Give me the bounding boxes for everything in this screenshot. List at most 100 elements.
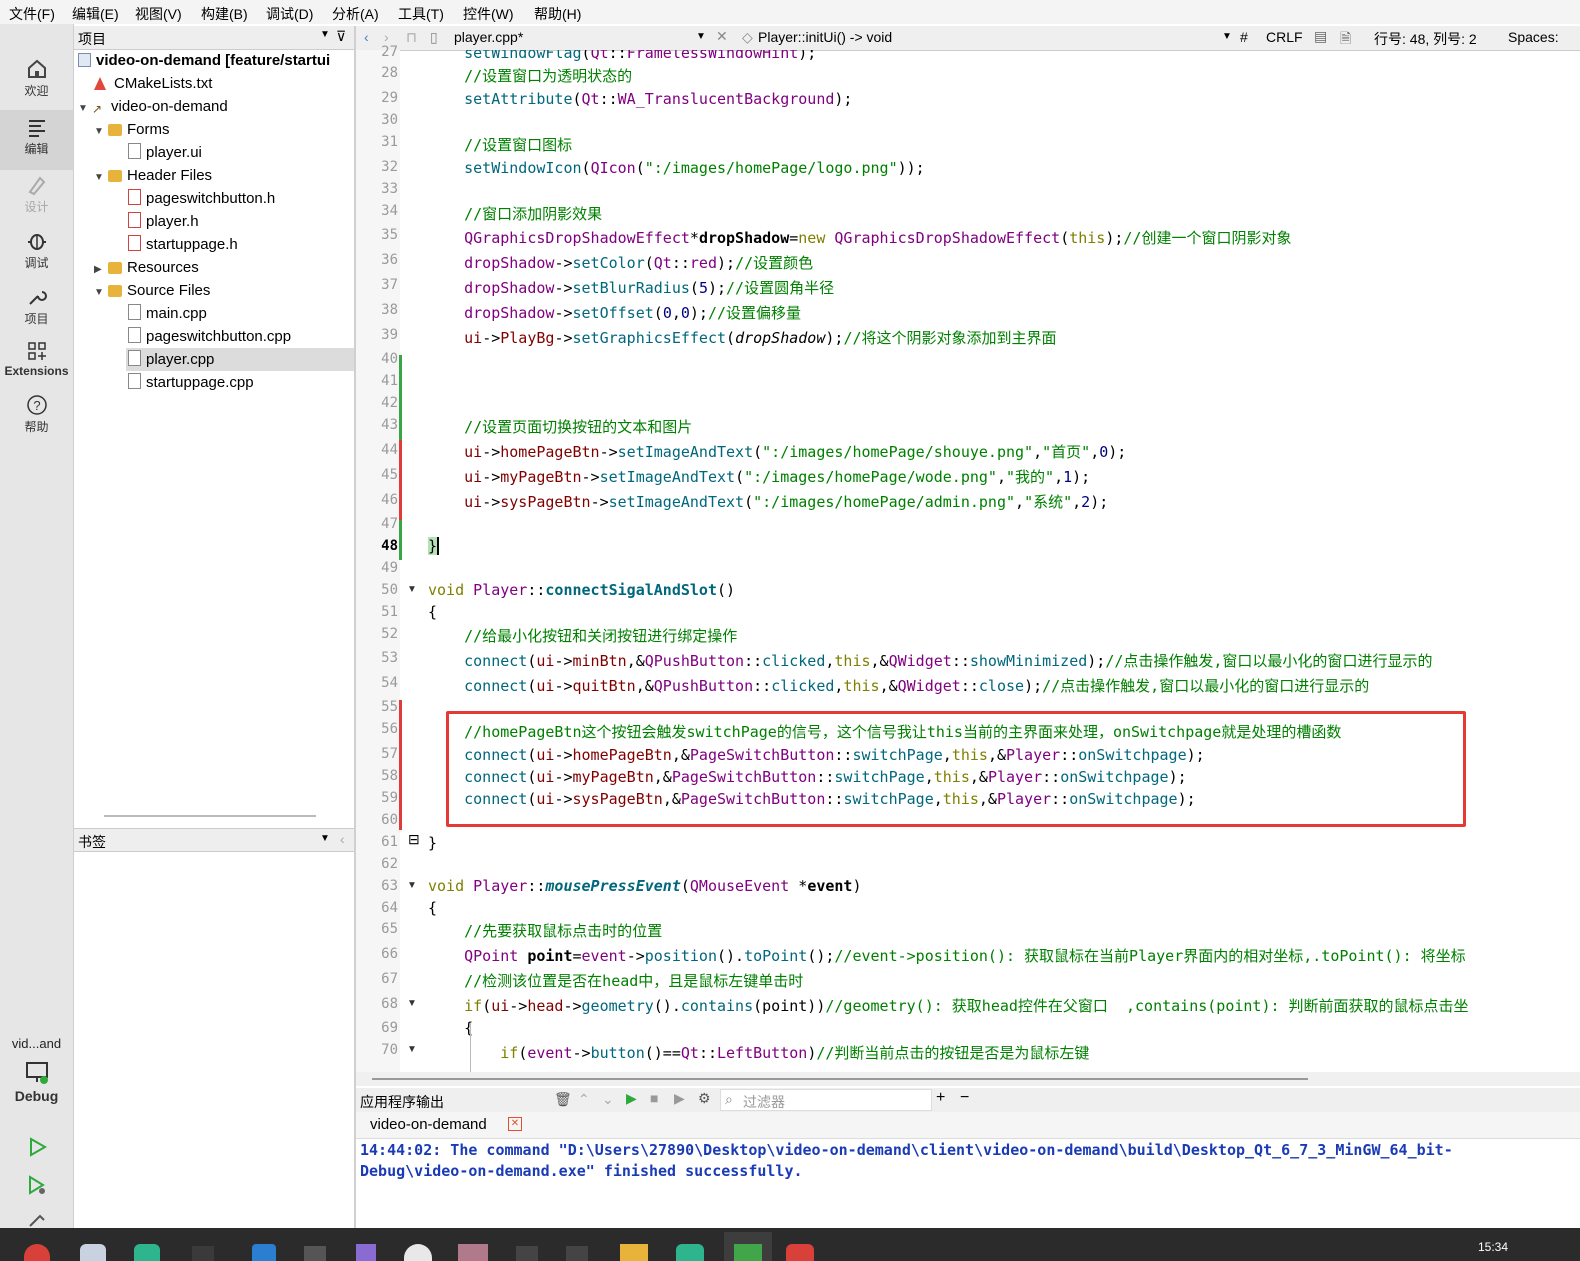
tree-item-header-files[interactable]: ▼ Header Files [94, 164, 212, 187]
menu-controls[interactable]: 控件(W) [463, 4, 514, 24]
fold-arrow-icon[interactable]: ▼ [407, 1044, 417, 1055]
chevron-down-icon[interactable]: ▼ [320, 833, 330, 844]
mode-extensions[interactable]: Extensions [0, 340, 73, 390]
tree-item-video-on-demand[interactable]: ▼ ↗ video-on-demand [78, 95, 228, 118]
menu-view[interactable]: 视图(V) [135, 4, 182, 24]
tree-item-project-root[interactable]: video-on-demand [feature/startui [78, 49, 330, 72]
menu-help[interactable]: 帮助(H) [534, 4, 581, 24]
menu-tools[interactable]: 工具(T) [398, 4, 444, 24]
back-icon[interactable]: ‹ [364, 29, 369, 45]
file-tab[interactable]: player.cpp* [454, 29, 523, 45]
build-button[interactable] [0, 1212, 73, 1228]
app-icon[interactable] [620, 1244, 648, 1261]
debug-run-button[interactable] [0, 1174, 73, 1204]
tree-item-startuppage-cpp[interactable]: startuppage.cpp [128, 371, 254, 394]
document-icon[interactable]: 🗎 [1340, 28, 1351, 52]
plus-icon[interactable]: + [936, 1089, 945, 1107]
fold-arrow-icon[interactable]: ▼ [407, 880, 417, 891]
menu-analyze[interactable]: 分析(A) [332, 4, 379, 24]
tree-item-player-ui[interactable]: player.ui [128, 141, 202, 164]
chevron-left-icon[interactable]: ‹ [340, 831, 345, 847]
line-ending[interactable]: CRLF [1266, 29, 1303, 45]
chevron-down-icon[interactable]: ▼ [696, 31, 706, 42]
tree-item-source-files[interactable]: ▼ Source Files [94, 279, 210, 302]
tree-item-pageswitchbutton-h[interactable]: pageswitchbutton.h [128, 187, 275, 210]
code-editor[interactable]: setWindowFlag(Qt::FramelessWindowHint); … [428, 50, 1580, 1072]
chevron-down-icon[interactable]: ▼ [1222, 31, 1232, 42]
chevron-down-icon[interactable]: ▼ [78, 97, 92, 120]
menu-build[interactable]: 构建(B) [201, 4, 248, 24]
tree-item-pageswitchbutton-cpp[interactable]: pageswitchbutton.cpp [128, 325, 291, 348]
function-selector[interactable]: Player::initUi() -> void [758, 29, 892, 45]
tree-item-resources[interactable]: ▶ Resources [94, 256, 199, 279]
run-button[interactable] [0, 1136, 73, 1166]
editor-scrollbar[interactable] [356, 1072, 1580, 1086]
forward-icon[interactable]: › [384, 29, 389, 45]
tree-scrollbar[interactable] [104, 815, 316, 817]
tree-item-player-h[interactable]: player.h [128, 210, 199, 233]
fold-arrow-icon[interactable]: ▼ [407, 998, 417, 1009]
menu-file[interactable]: 文件(F) [9, 4, 55, 24]
mode-help[interactable]: ? 帮助 [0, 394, 73, 442]
close-panel-icon[interactable]: ⊟ [408, 831, 420, 848]
app-icon[interactable] [676, 1244, 704, 1261]
chevron-down-icon[interactable]: ▼ [94, 281, 108, 304]
app-icon[interactable] [304, 1246, 326, 1261]
bookmarks-panel-title[interactable]: 书签 [78, 832, 106, 852]
project-panel-title[interactable]: 项目 [78, 29, 106, 49]
kit-selector[interactable]: Debug [0, 1060, 73, 1114]
filter-icon[interactable]: ⊽ [336, 28, 346, 45]
mode-edit[interactable]: 编辑 [0, 110, 73, 170]
tree-item-player-cpp[interactable]: player.cpp [126, 348, 354, 371]
clock[interactable]: 15:34 [1478, 1240, 1508, 1254]
play-icon[interactable]: ▶ [626, 1090, 637, 1107]
mode-debug[interactable]: 调试 [0, 230, 73, 278]
line-number: 28 [381, 65, 398, 81]
lock-icon[interactable]: ⊓ [406, 29, 417, 46]
encoding-icon[interactable]: ▤ [1314, 28, 1327, 45]
trash-icon[interactable]: 🗑 [554, 1091, 572, 1108]
app-icon[interactable] [458, 1244, 488, 1261]
tree-item-startuppage-h[interactable]: startuppage.h [128, 233, 238, 256]
active-app[interactable] [724, 1232, 772, 1261]
menu-edit[interactable]: 编辑(E) [72, 4, 119, 24]
app-icon[interactable] [356, 1244, 376, 1261]
tree-item-label: Resources [127, 259, 199, 276]
stop-icon[interactable]: ■ [650, 1090, 658, 1106]
chevron-down-icon[interactable]: ⌄ [602, 1091, 614, 1108]
mode-project[interactable]: 项目 [0, 286, 73, 334]
app-icon[interactable] [24, 1244, 50, 1261]
app-icon[interactable] [192, 1246, 214, 1261]
menu-debug[interactable]: 调试(D) [266, 4, 313, 24]
app-icon[interactable] [404, 1244, 432, 1261]
app-icon[interactable] [134, 1244, 160, 1261]
attach-icon[interactable]: ▶ [674, 1090, 685, 1107]
tree-item-forms[interactable]: ▼ Forms [94, 118, 170, 141]
indent-setting[interactable]: Spaces: [1508, 29, 1559, 45]
app-icon[interactable] [516, 1246, 538, 1261]
chevron-right-icon[interactable]: ▶ [94, 258, 108, 281]
cursor-position[interactable]: 行号: 48, 列号: 2 [1374, 29, 1477, 49]
app-icon[interactable] [252, 1244, 276, 1261]
app-icon[interactable] [566, 1246, 588, 1261]
fold-arrow-icon[interactable]: ▼ [407, 584, 417, 595]
tree-item-main-cpp[interactable]: main.cpp [128, 302, 207, 325]
close-icon[interactable]: ✕ [716, 28, 728, 45]
chevron-down-icon[interactable]: ▼ [94, 120, 108, 143]
project-tree: video-on-demand [feature/startui CMakeLi… [74, 49, 354, 819]
mode-welcome[interactable]: 欢迎 [0, 58, 73, 106]
chevron-up-icon[interactable]: ⌃ [578, 1091, 590, 1108]
app-icon[interactable] [80, 1244, 106, 1261]
output-tab[interactable]: video-on-demand [370, 1116, 487, 1133]
app-icon[interactable] [786, 1244, 814, 1261]
gear-icon[interactable]: ⚙ [698, 1090, 711, 1107]
close-icon[interactable]: ✕ [508, 1117, 522, 1131]
tree-item-cmakelists[interactable]: CMakeLists.txt [94, 72, 212, 95]
minus-icon[interactable]: − [960, 1089, 969, 1107]
line-number: 29 [381, 90, 398, 106]
filter-input[interactable]: ⌕ 过滤器 [720, 1089, 932, 1111]
hash-label[interactable]: # [1240, 29, 1248, 45]
chevron-down-icon[interactable]: ▼ [320, 29, 330, 40]
chevron-down-icon[interactable]: ▼ [94, 166, 108, 189]
mode-design[interactable]: 设计 [0, 174, 73, 222]
